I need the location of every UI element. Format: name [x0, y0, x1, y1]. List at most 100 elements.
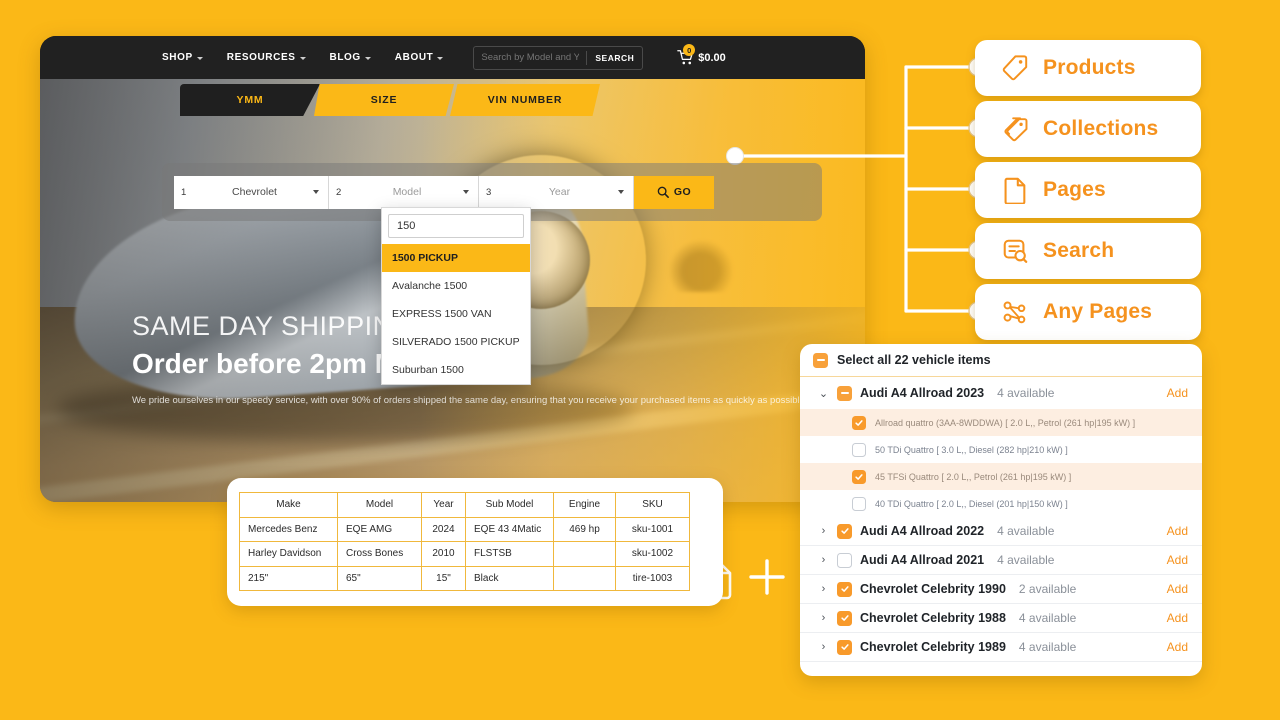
card-search[interactable]: Search [975, 223, 1201, 279]
vehicle-variant-row[interactable]: 40 TDi Quattro [ 2.0 L,, Diesel (201 hp|… [800, 490, 1202, 517]
card-products[interactable]: Products [975, 40, 1201, 96]
table-cell: Harley Davidson [239, 541, 338, 567]
select-all-row[interactable]: Select all 22 vehicle items [800, 344, 1202, 377]
vehicle-variant-checkbox[interactable] [852, 442, 866, 457]
check-icon [840, 586, 849, 592]
add-link[interactable]: Add [1167, 553, 1188, 567]
search-input[interactable] [474, 46, 587, 69]
card-label: Products [1043, 56, 1136, 79]
card-any-pages[interactable]: Any Pages [975, 284, 1201, 340]
table-cell: 65" [337, 565, 422, 591]
vehicle-items-panel: Select all 22 vehicle items ⌄ Audi A4 All… [800, 344, 1202, 676]
select-all-checkbox[interactable] [813, 352, 828, 368]
check-icon [840, 615, 849, 621]
resource-type-cards: Products Collections Pages Search Any Pages [975, 40, 1201, 345]
card-collections[interactable]: Collections [975, 101, 1201, 157]
search-doc-icon [1003, 239, 1028, 263]
vehicle-group-availability: 2 available [1018, 582, 1077, 596]
dropdown-option[interactable]: Avalanche 1500 [382, 272, 530, 300]
chevron-down-icon [196, 57, 203, 60]
nav-link-blog[interactable]: BLOG [330, 52, 371, 63]
check-icon [855, 473, 863, 480]
chevron-right-icon[interactable]: › [818, 641, 829, 653]
vehicle-variant-row[interactable]: 45 TFSi Quattro [ 2.0 L,, Petrol (261 hp… [800, 463, 1202, 490]
card-pages[interactable]: Pages [975, 162, 1201, 218]
vehicle-group-checkbox[interactable] [837, 385, 852, 401]
add-link[interactable]: Add [1167, 611, 1188, 625]
table-cell: Mercedes Benz [239, 516, 338, 542]
vehicle-group-availability: 4 available [1018, 640, 1077, 654]
vehicle-variant-checkbox[interactable] [852, 415, 866, 430]
table-cell: 2010 [421, 541, 466, 567]
vehicle-group-row[interactable]: › Chevrolet Celebrity 1990 2 available Add [800, 575, 1202, 604]
add-link[interactable]: Add [1167, 582, 1188, 596]
nav-link-about[interactable]: ABOUT [395, 52, 444, 63]
table-cell: EQE 43 4Matic [465, 516, 554, 542]
share-nodes-icon [1003, 301, 1026, 324]
cart-icon[interactable]: 0 [677, 44, 696, 66]
vehicle-group-row[interactable]: › Audi A4 Allroad 2021 4 available Add [800, 546, 1202, 575]
search-button[interactable]: SEARCH [587, 47, 642, 69]
selector-field-3[interactable]: 3 Year [479, 175, 634, 209]
dropdown-option[interactable]: 1500 PICKUP [382, 244, 530, 272]
table-cell: 15" [421, 565, 466, 591]
table-row: Mercedes Benz EQE AMG 2024 EQE 43 4Matic 469… [239, 516, 690, 542]
vehicle-group-checkbox[interactable] [837, 610, 852, 626]
vehicle-group-name: Chevrolet Celebrity 1989 [860, 640, 1006, 654]
vehicle-variant-checkbox[interactable] [852, 496, 866, 511]
table-cell: Cross Bones [337, 541, 422, 567]
site-header: SHOP RESOURCES BLOG ABOUT SEARCH 0$0.00 [40, 36, 865, 79]
table-cell: EQE AMG [337, 516, 422, 542]
chevron-right-icon[interactable]: › [818, 612, 829, 624]
column-header: Model [337, 492, 422, 518]
csv-preview-card: Make Model Year Sub Model Engine SKU Mercedes… [227, 478, 723, 606]
vehicle-group-checkbox[interactable] [837, 552, 852, 568]
vehicle-group-checkbox[interactable] [837, 523, 852, 539]
tab-size[interactable]: SIZE [314, 84, 454, 116]
vehicle-group-availability: 4 available [997, 524, 1055, 538]
vehicle-variant-row[interactable]: 50 TDi Quattro [ 3.0 L,, Diesel (282 hp|… [800, 436, 1202, 463]
table-cell: FLSTSB [465, 541, 554, 567]
page-icon [1004, 177, 1026, 204]
vehicle-group-list: ⌄ Audi A4 Allroad 2023 4 available Add Allro… [800, 377, 1202, 662]
table-cell: sku-1001 [615, 516, 690, 542]
vehicle-group-row[interactable]: ⌄ Audi A4 Allroad 2023 4 available Add [800, 377, 1202, 409]
vehicle-variant-checkbox[interactable] [852, 469, 866, 484]
selector-field-1[interactable]: 1 Chevrolet [174, 175, 329, 209]
dropdown-search-input[interactable]: 150 [388, 214, 524, 238]
tab-vin-number[interactable]: VIN NUMBER [450, 84, 600, 116]
add-link[interactable]: Add [1167, 386, 1188, 400]
cart-widget[interactable]: 0 $0.00 [677, 44, 726, 66]
chevron-right-icon[interactable]: › [818, 554, 829, 566]
chevron-right-icon[interactable]: › [818, 525, 829, 537]
column-header: Year [421, 492, 466, 518]
go-button[interactable]: GO [634, 175, 714, 209]
chevron-right-icon[interactable]: › [818, 583, 829, 595]
vehicle-group-row[interactable]: › Chevrolet Celebrity 1988 4 available Add [800, 604, 1202, 633]
vehicle-group-name: Audi A4 Allroad 2023 [860, 386, 985, 400]
check-icon [840, 528, 849, 534]
selector-field-2[interactable]: 2 Model [329, 175, 479, 209]
model-dropdown[interactable]: 150 1500 PICKUP Avalanche 1500 EXPRESS 150… [381, 207, 531, 385]
table-cell [553, 541, 616, 567]
card-label: Collections [1043, 117, 1159, 140]
vehicle-group-row[interactable]: › Audi A4 Allroad 2022 4 available Add [800, 517, 1202, 546]
card-label: Any Pages [1043, 300, 1153, 323]
add-link[interactable]: Add [1167, 524, 1188, 538]
vehicle-group-checkbox[interactable] [837, 639, 852, 655]
selector-field-index: 2 [336, 186, 342, 198]
nav-link-resources[interactable]: RESOURCES [227, 52, 306, 63]
vehicle-variant-row[interactable]: Allroad quattro (3AA-8WDDWA) [ 2.0 L,, P… [800, 409, 1202, 436]
tab-ymm[interactable]: YMM [180, 84, 320, 116]
vehicle-group-checkbox[interactable] [837, 581, 852, 597]
dropdown-option[interactable]: SILVERADO 1500 PICKUP [382, 328, 530, 356]
search-mode-tabs: YMM SIZE VIN NUMBER [180, 84, 600, 116]
vehicle-group-row[interactable]: › Chevrolet Celebrity 1989 4 available Add [800, 633, 1202, 662]
dropdown-option[interactable]: Suburban 1500 [382, 356, 530, 384]
add-link[interactable]: Add [1167, 640, 1188, 654]
dropdown-option[interactable]: EXPRESS 1500 VAN [382, 300, 530, 328]
nav-link-shop[interactable]: SHOP [162, 52, 203, 63]
plus-icon [749, 559, 785, 595]
selector-field-value: Year [548, 186, 571, 198]
chevron-down-icon[interactable]: ⌄ [818, 387, 829, 400]
